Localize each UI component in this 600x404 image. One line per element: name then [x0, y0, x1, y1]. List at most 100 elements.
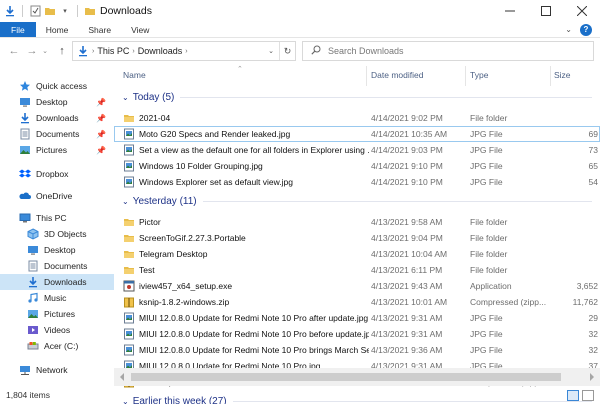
nav-item-label: Quick access — [36, 81, 88, 91]
nav-item-quick-access[interactable]: Quick access — [0, 78, 114, 94]
file-name: ksnip-1.8.2-windows.zip — [139, 297, 230, 307]
back-button[interactable]: ← — [6, 43, 22, 59]
downloads-icon[interactable] — [4, 5, 16, 17]
expand-ribbon-icon[interactable]: ⌄ — [565, 25, 572, 34]
file-type: JPG File — [470, 345, 503, 355]
image-file-icon — [123, 312, 135, 324]
nav-item-this-pc[interactable]: This PC — [0, 210, 114, 226]
column-header-size[interactable]: Size — [554, 64, 571, 86]
column-divider[interactable] — [465, 66, 466, 86]
file-row[interactable]: Set a view as the default one for all fo… — [114, 142, 600, 158]
details-view-icon[interactable] — [567, 389, 579, 401]
ribbon-tabs: File Home Share View ⌄ ? — [0, 22, 600, 38]
file-row[interactable]: Test 4/13/2021 6:11 PM File folder — [114, 262, 600, 278]
file-type: File folder — [470, 265, 508, 275]
nav-item-desktop[interactable]: Desktop 📌 — [0, 94, 114, 110]
file-row[interactable]: ScreenToGif.2.27.3.Portable 4/13/2021 9:0… — [114, 230, 600, 246]
nav-item-music[interactable]: Music — [0, 290, 114, 306]
file-row[interactable]: Windows 10 Folder Grouping.jpg 4/14/2021 … — [114, 158, 600, 174]
file-type: JPG File — [470, 177, 503, 187]
column-header-name[interactable]: Name — [123, 64, 146, 86]
nav-item-acer-drive[interactable]: Acer (C:) — [0, 338, 114, 354]
pin-icon: 📌 — [96, 145, 106, 155]
nav-item-downloads-selected[interactable]: Downloads — [0, 274, 114, 290]
file-row[interactable]: Telegram Desktop 4/13/2021 10:04 AM File f… — [114, 246, 600, 262]
search-box[interactable]: Search Downloads — [302, 41, 594, 61]
horizontal-scrollbar[interactable] — [114, 368, 600, 386]
column-header-type[interactable]: Type — [470, 64, 488, 86]
maximize-button[interactable] — [528, 0, 564, 22]
image-file-icon — [123, 160, 135, 172]
minimize-button[interactable] — [492, 0, 528, 22]
file-date: 4/14/2021 9:02 PM — [371, 113, 443, 123]
group-divider — [180, 96, 592, 98]
refresh-icon[interactable]: ↻ — [279, 42, 295, 60]
breadcrumb-this-pc[interactable]: This PC — [97, 46, 129, 56]
column-divider[interactable] — [550, 66, 551, 86]
address-dropdown-icon[interactable]: ⌄ — [263, 42, 279, 60]
customize-toolbar-chevron-icon[interactable]: ▾ — [59, 5, 71, 17]
group-header[interactable]: ⌄ Yesterday (11) — [122, 194, 592, 208]
file-row[interactable]: 2021-04 4/14/2021 9:02 PM File folder — [114, 110, 600, 126]
help-icon[interactable]: ? — [580, 23, 592, 36]
file-name: ScreenToGif.2.27.3.Portable — [139, 233, 246, 243]
nav-item-documents[interactable]: Documents — [0, 258, 114, 274]
file-name-cell: Moto G20 Specs and Render leaked.jpg — [123, 126, 369, 142]
file-name-cell: MIUI 12.0.8.0 Update for Redmi Note 10 P… — [123, 342, 369, 358]
tab-file[interactable]: File — [0, 22, 36, 37]
tab-view[interactable]: View — [121, 22, 159, 37]
tab-home[interactable]: Home — [36, 22, 79, 37]
nav-item-downloads[interactable]: Downloads 📌 — [0, 110, 114, 126]
up-button[interactable]: ↑ — [54, 43, 70, 59]
recent-locations-button[interactable]: ⌄ — [40, 43, 50, 59]
search-input[interactable]: Search Downloads — [328, 46, 404, 56]
file-name-cell: 2021-04 — [123, 110, 369, 126]
file-name: Pictor — [139, 217, 161, 227]
file-size — [554, 246, 600, 262]
file-row[interactable]: iview457_x64_setup.exe 4/13/2021 9:43 AM A… — [114, 278, 600, 294]
file-size: 73 — [588, 145, 598, 155]
large-icons-view-icon[interactable] — [582, 389, 594, 401]
file-row[interactable]: Moto G20 Specs and Render leaked.jpg 4/14… — [114, 126, 600, 142]
column-divider[interactable] — [366, 66, 367, 86]
nav-item-onedrive[interactable]: OneDrive — [0, 188, 114, 204]
collapse-chevron-icon[interactable]: ⌄ — [122, 197, 129, 206]
group-header[interactable]: ⌄ Today (5) — [122, 90, 592, 104]
pin-icon: 📌 — [96, 97, 106, 107]
nav-item-3d-objects[interactable]: 3D Objects — [0, 226, 114, 242]
file-row[interactable]: ksnip-1.8.2-windows.zip 4/13/2021 10:01 A… — [114, 294, 600, 310]
tab-share[interactable]: Share — [78, 22, 121, 37]
close-button[interactable] — [564, 0, 600, 22]
file-size: 3,652 — [576, 281, 598, 291]
folder-icon — [123, 232, 135, 244]
breadcrumb-separator-icon: › — [185, 47, 188, 55]
nav-item-documents[interactable]: Documents 📌 — [0, 126, 114, 142]
file-row[interactable]: MIUI 12.0.8.0 Update for Redmi Note 10 P… — [114, 310, 600, 326]
file-type: JPG File — [470, 145, 503, 155]
nav-item-label: Desktop — [36, 97, 68, 107]
new-folder-icon[interactable] — [44, 5, 56, 17]
forward-button[interactable]: → — [24, 43, 40, 59]
nav-item-label: Desktop — [44, 245, 76, 255]
nav-item-pictures[interactable]: Pictures 📌 — [0, 142, 114, 158]
address-bar[interactable]: › This PC › Downloads › ⌄ ↻ — [72, 41, 296, 61]
nav-item-label: Dropbox — [36, 169, 69, 179]
onedrive-icon — [19, 190, 31, 202]
pin-icon: 📌 — [96, 129, 106, 139]
pictures-icon — [27, 308, 39, 320]
column-header-date[interactable]: Date modified — [371, 64, 423, 86]
file-row[interactable]: Pictor 4/13/2021 9:58 AM File folder — [114, 214, 600, 230]
file-row[interactable]: MIUI 12.0.8.0 Update for Redmi Note 10 P… — [114, 342, 600, 358]
properties-icon[interactable] — [29, 5, 41, 17]
breadcrumb-downloads[interactable]: Downloads — [138, 46, 183, 56]
nav-item-dropbox[interactable]: Dropbox — [0, 166, 114, 182]
file-row[interactable]: Windows Explorer set as default view.jpg… — [114, 174, 600, 190]
collapse-chevron-icon[interactable]: ⌄ — [122, 93, 129, 102]
file-row[interactable]: MIUI 12.0.8.0 Update for Redmi Note 10 P… — [114, 326, 600, 342]
nav-item-videos[interactable]: Videos — [0, 322, 114, 338]
address-bar-actions: ⌄ ↻ — [263, 42, 295, 60]
drive-icon — [27, 340, 39, 352]
nav-item-pictures[interactable]: Pictures — [0, 306, 114, 322]
nav-item-desktop[interactable]: Desktop — [0, 242, 114, 258]
nav-item-network[interactable]: Network — [0, 362, 114, 378]
